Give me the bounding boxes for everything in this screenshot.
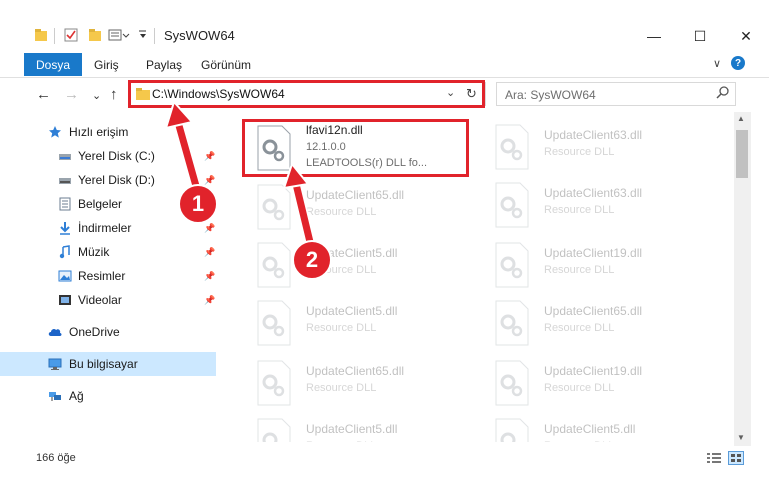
dll-file-icon [495, 124, 529, 170]
dll-file-icon [495, 360, 529, 406]
minimize-button[interactable]: — [631, 22, 677, 50]
pictures-icon [58, 270, 72, 282]
file-item[interactable]: UpdateClient63.dll Resource DLL [480, 118, 710, 178]
up-button[interactable]: ↑ [110, 86, 118, 103]
sidebar-item-hizli-erisim[interactable]: Hızlı erişim [0, 120, 216, 144]
search-icon[interactable] [716, 86, 729, 102]
cloud-icon [48, 328, 62, 336]
sidebar-item-resimler[interactable]: Resimler 📌 [0, 264, 216, 288]
qa-dropdown-icon[interactable] [138, 30, 146, 39]
file-item[interactable]: UpdateClient5.dll Resource DLL [242, 236, 472, 296]
dll-file-icon [257, 418, 291, 442]
sidebar-item-indirmeler[interactable]: İndirmeler 📌 [0, 216, 216, 240]
dll-file-icon [495, 182, 529, 228]
pin-icon[interactable]: 📌 [204, 175, 215, 186]
music-icon [59, 245, 70, 259]
step-1-badge: 1 [178, 184, 218, 224]
star-icon [49, 126, 61, 138]
file-item[interactable]: UpdateClient19.dll Resource DLL [480, 236, 710, 296]
video-icon [59, 295, 71, 305]
dll-file-icon [495, 242, 529, 288]
window-bottom-edge [0, 470, 769, 490]
dll-file-icon [495, 418, 529, 442]
file-item[interactable]: UpdateClient65.dll Resource DLL [242, 178, 472, 238]
scroll-down-icon[interactable]: ▼ [737, 433, 745, 442]
dll-file-icon [495, 300, 529, 346]
dll-file-icon [257, 242, 291, 288]
file-item[interactable]: UpdateClient5.dll Resource DLL [242, 412, 472, 442]
file-item[interactable]: UpdateClient19.dll Resource DLL [480, 354, 710, 414]
tab-gorunum[interactable]: Görünüm [201, 58, 251, 72]
item-count: 166 öğe [36, 452, 76, 464]
title-bar: SysWOW64 — ☐ ✕ [0, 0, 769, 50]
divider [54, 28, 55, 44]
sidebar-item-bu-bilgisayar[interactable]: Bu bilgisayar [0, 352, 216, 376]
dll-file-icon [257, 184, 291, 230]
back-button[interactable]: ← [36, 86, 51, 103]
close-button[interactable]: ✕ [723, 22, 769, 50]
file-item[interactable]: UpdateClient5.dll Resource DLL [242, 294, 472, 354]
ribbon: Dosya Giriş Paylaş Görünüm ∨ ? [0, 50, 769, 78]
status-bar [0, 446, 769, 470]
pin-icon[interactable]: 📌 [204, 223, 215, 234]
forward-button[interactable]: → [64, 86, 79, 103]
divider [154, 28, 155, 44]
window-title: SysWOW64 [164, 28, 235, 43]
download-icon [60, 222, 70, 235]
folder-icon[interactable] [34, 28, 48, 42]
address-highlight-box [128, 80, 485, 108]
network-icon [49, 392, 61, 401]
scroll-up-icon[interactable]: ▲ [737, 114, 745, 123]
drive-icon [59, 178, 71, 184]
dll-file-icon [257, 300, 291, 346]
help-icon[interactable]: ? [731, 56, 745, 70]
maximize-button[interactable]: ☐ [677, 22, 723, 50]
pin-icon[interactable]: 📌 [204, 151, 215, 162]
dll-file-icon [257, 360, 291, 406]
recent-locations-button[interactable]: ⌄ [92, 89, 101, 102]
new-folder-icon[interactable] [88, 28, 102, 42]
details-view-icon[interactable] [706, 451, 722, 465]
file-item[interactable]: UpdateClient5.dll Resource DLL [480, 412, 710, 442]
sidebar-item-muzik[interactable]: Müzik 📌 [0, 240, 216, 264]
step-2-badge: 2 [292, 240, 332, 280]
ribbon-expand-icon[interactable]: ∨ [713, 57, 721, 70]
search-placeholder: Ara: SysWOW64 [505, 88, 596, 102]
pin-icon[interactable]: 📌 [204, 295, 215, 306]
large-icons-view-icon[interactable] [728, 451, 744, 465]
computer-icon [48, 358, 62, 370]
file-item[interactable]: UpdateClient65.dll Resource DLL [480, 294, 710, 354]
navigation-pane: Hızlı erişim Yerel Disk (C:) 📌 Yerel Dis… [0, 112, 228, 442]
pin-icon[interactable]: 📌 [204, 271, 215, 282]
file-highlight-box [242, 119, 469, 177]
properties-icon[interactable] [64, 28, 78, 42]
sidebar-item-videolar[interactable]: Videolar 📌 [0, 288, 216, 312]
sidebar-item-onedrive[interactable]: OneDrive [0, 320, 216, 344]
file-item[interactable]: UpdateClient63.dll Resource DLL [480, 176, 710, 236]
customize-toolbar-icon[interactable] [108, 28, 130, 42]
tab-paylas[interactable]: Paylaş [146, 58, 182, 72]
file-item[interactable]: UpdateClient65.dll Resource DLL [242, 354, 472, 414]
drive-icon [59, 154, 71, 160]
pin-icon[interactable]: 📌 [204, 247, 215, 258]
document-icon [59, 197, 71, 211]
sidebar-item-yerel-disk-c[interactable]: Yerel Disk (C:) 📌 [0, 144, 216, 168]
sidebar-item-ag[interactable]: Ağ [0, 384, 216, 408]
tab-dosya[interactable]: Dosya [24, 53, 82, 76]
scroll-thumb[interactable] [736, 130, 748, 178]
tab-giris[interactable]: Giriş [94, 58, 119, 72]
